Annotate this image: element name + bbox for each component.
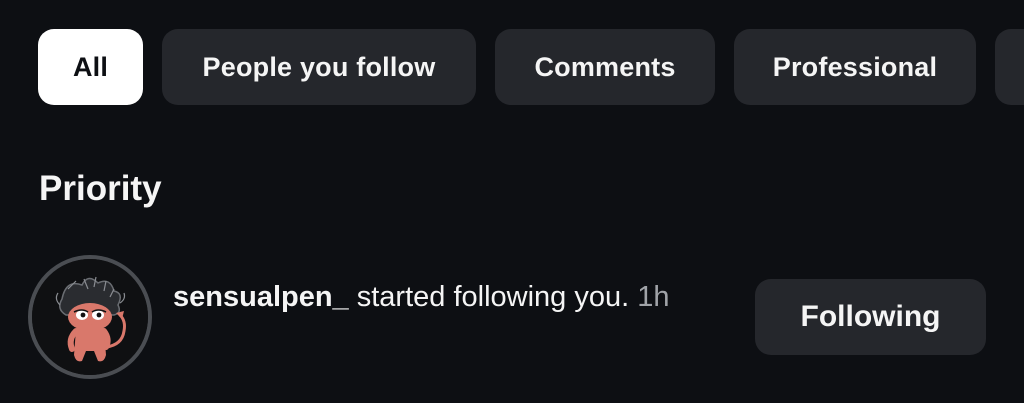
notification-username[interactable]: sensualpen_: [173, 281, 349, 313]
filter-chip-all[interactable]: All: [38, 29, 143, 105]
filter-chip-people-you-follow[interactable]: People you follow: [162, 29, 476, 105]
notification-timestamp: 1h: [637, 281, 670, 313]
section-title-priority: Priority: [39, 169, 162, 208]
following-button[interactable]: Following: [755, 279, 986, 355]
filter-chips-row: All People you follow Comments Professio…: [38, 29, 1024, 105]
filter-chip-professional[interactable]: Professional: [734, 29, 976, 105]
avatar[interactable]: [28, 255, 152, 379]
filter-chip-next-partial[interactable]: [995, 29, 1024, 105]
notification-text: sensualpen_ started following you. 1h: [173, 278, 693, 317]
cartoon-devil-character-icon: [32, 259, 148, 375]
notification-row[interactable]: sensualpen_ started following you. 1h Fo…: [28, 252, 988, 382]
notification-action-text: started following you.: [348, 281, 630, 313]
filter-chip-comments[interactable]: Comments: [495, 29, 715, 105]
notifications-page: All People you follow Comments Professio…: [0, 0, 1024, 403]
